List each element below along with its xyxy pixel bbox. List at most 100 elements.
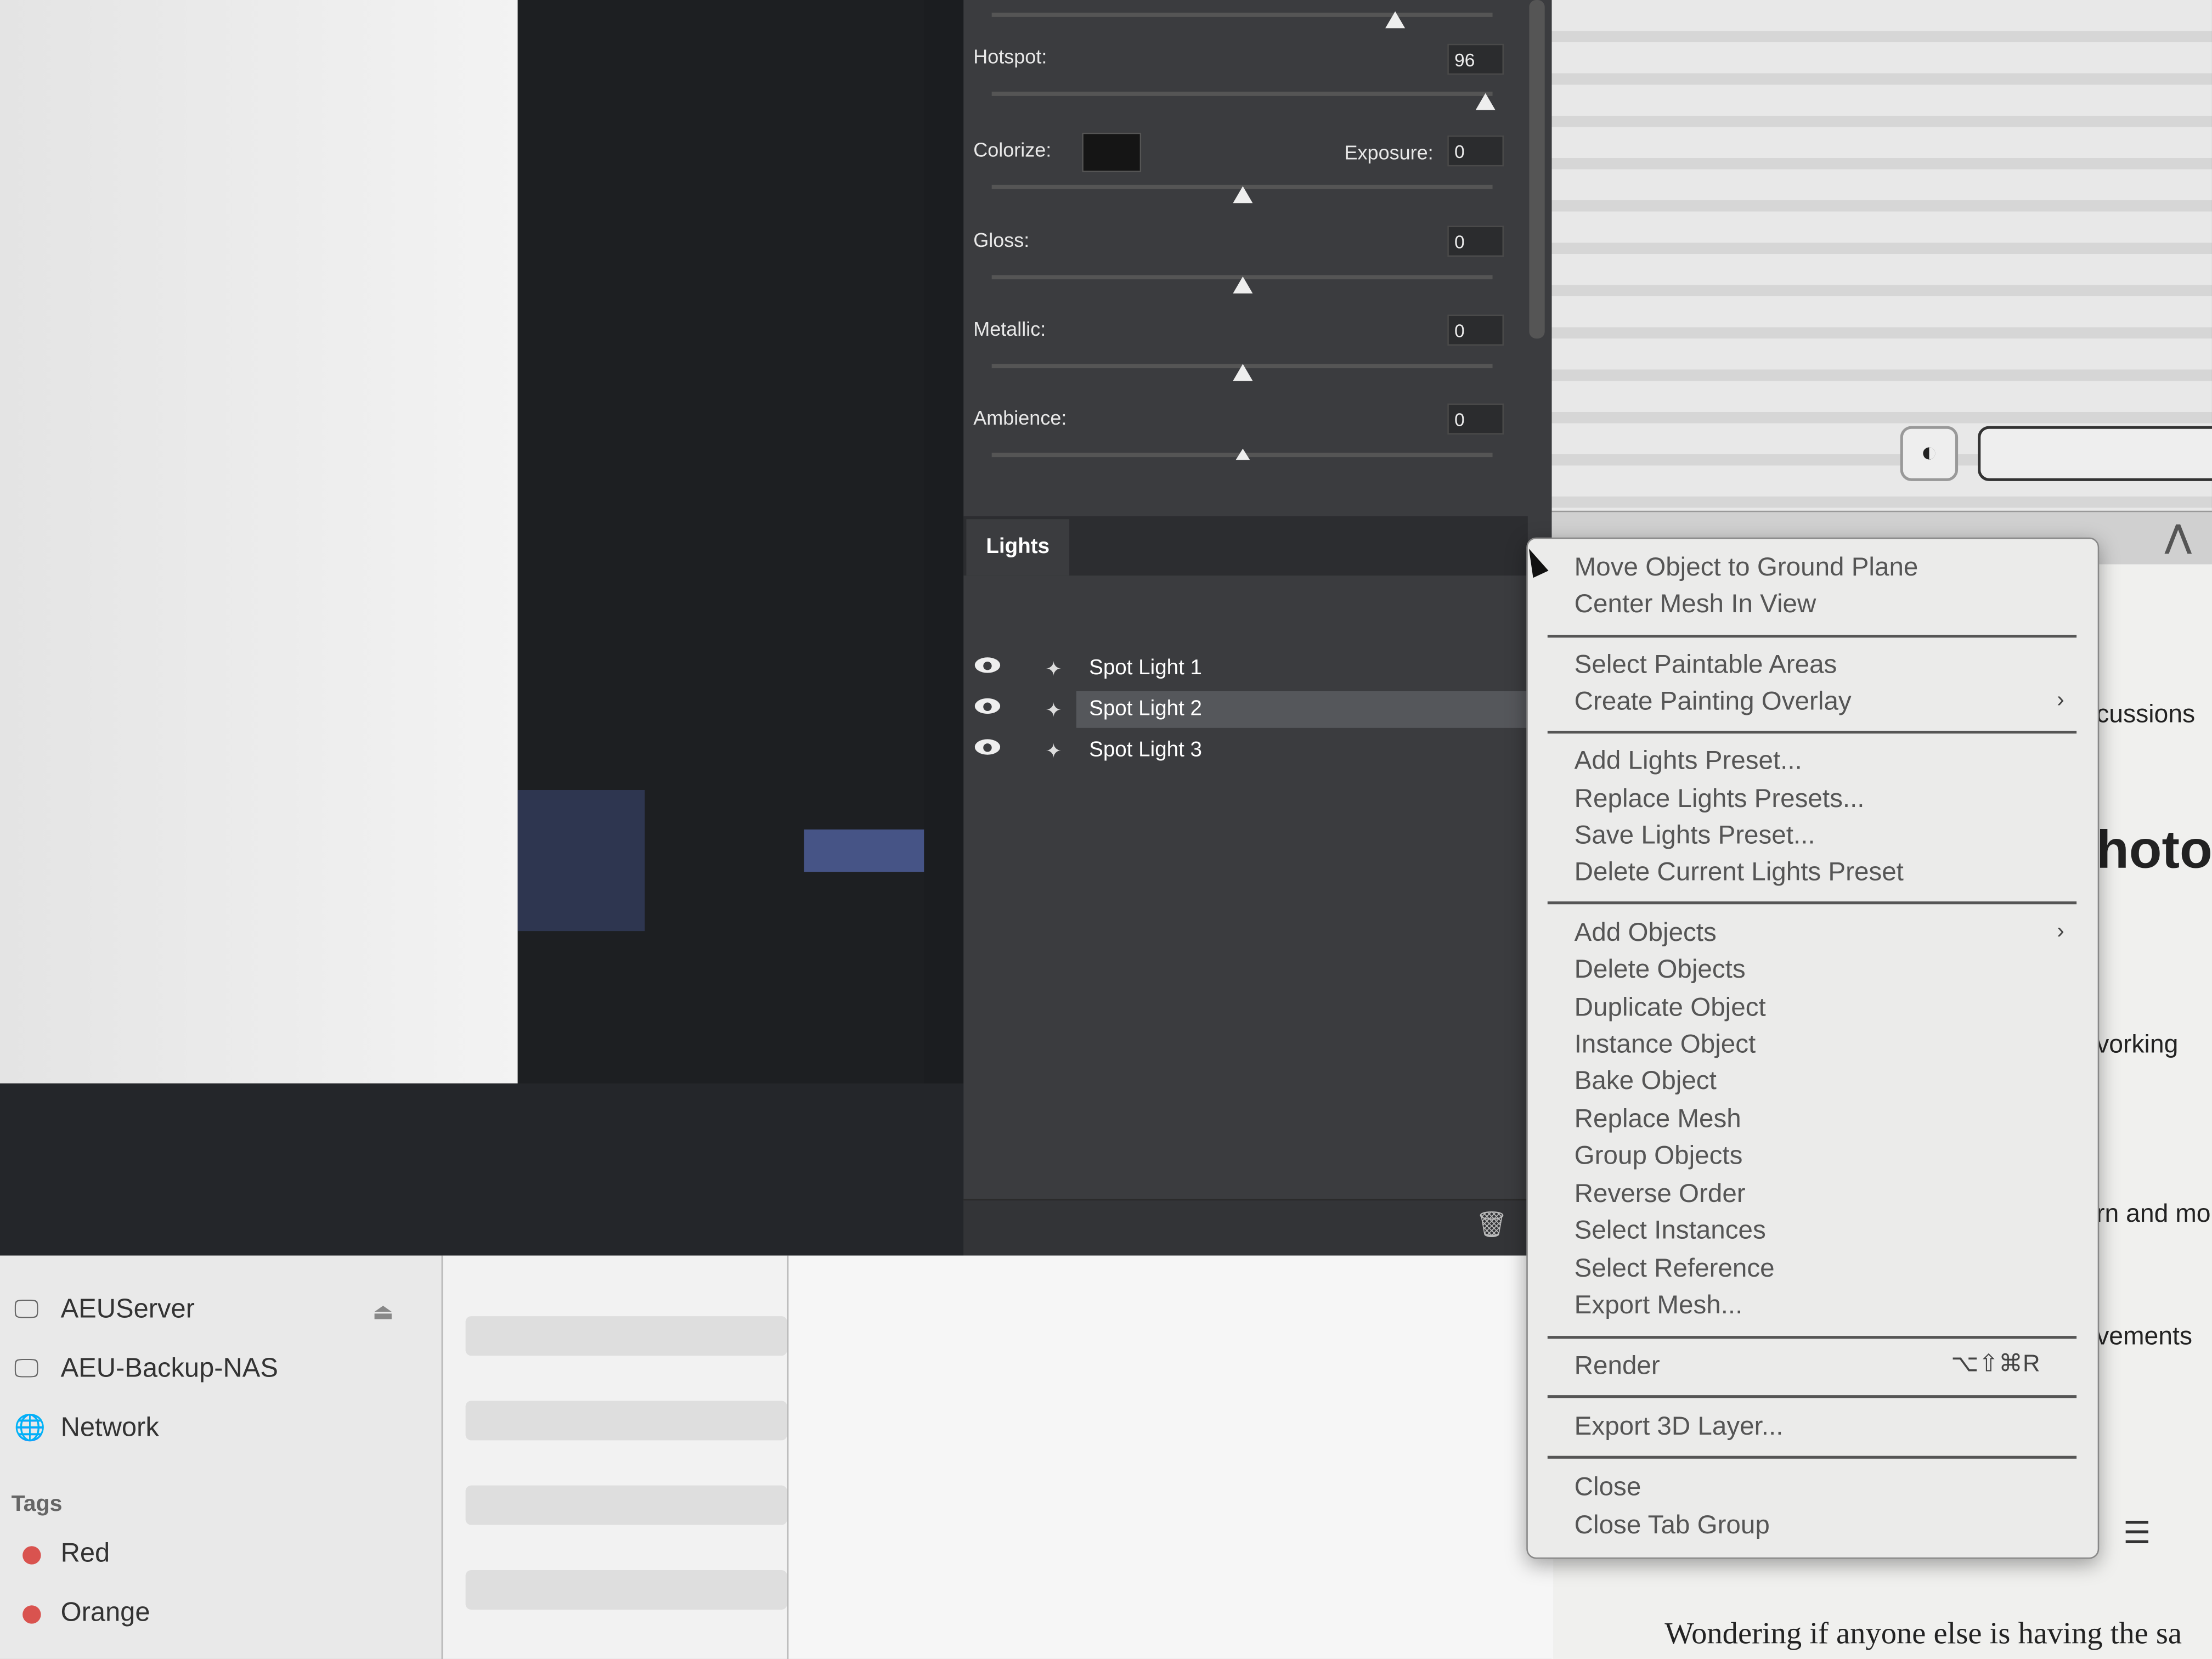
gloss-label: Gloss: bbox=[973, 228, 1030, 251]
menu-item-create-painting-overlay[interactable]: Create Painting Overlay bbox=[1575, 686, 1852, 717]
menu-separator bbox=[1547, 635, 2077, 638]
metallic-input[interactable]: 0 bbox=[1447, 314, 1504, 346]
gloss-input[interactable]: 0 bbox=[1447, 225, 1504, 257]
hotspot-slider[interactable] bbox=[991, 92, 1493, 96]
light-row[interactable]: ✦ Spot Light 1 bbox=[963, 650, 1521, 687]
sidebar-item-aeuserver[interactable]: AEUServer bbox=[61, 1295, 195, 1327]
panel-scrollbar[interactable] bbox=[1529, 0, 1545, 339]
menu-item-export-mesh[interactable]: Export Mesh... bbox=[1575, 1289, 1743, 1321]
page-text[interactable]: cussions bbox=[2096, 699, 2195, 729]
metallic-slider-thumb[interactable] bbox=[1233, 364, 1253, 381]
sidebar-item-network[interactable]: Network bbox=[61, 1414, 159, 1445]
menu-item-replace-lights-presets[interactable]: Replace Lights Presets... bbox=[1575, 783, 1865, 814]
light-name: Spot Light 2 bbox=[1076, 691, 1534, 728]
menu-item-select-paintable[interactable]: Select Paintable Areas bbox=[1575, 649, 1837, 680]
menu-item-add-lights-preset[interactable]: Add Lights Preset... bbox=[1575, 745, 1802, 776]
file-row[interactable] bbox=[465, 1401, 787, 1441]
workspace-background bbox=[0, 1083, 964, 1256]
viewport-object bbox=[517, 789, 645, 932]
computer-icon: 🖵 bbox=[14, 1354, 39, 1383]
render-shortcut: ⌥⇧⌘R bbox=[1951, 1350, 2040, 1377]
page-heading: hotos bbox=[2096, 821, 2212, 881]
orange-tag-icon bbox=[22, 1605, 41, 1624]
menu-item-close-tab-group[interactable]: Close Tab Group bbox=[1575, 1509, 1770, 1541]
page-text[interactable]: vements bbox=[2096, 1322, 2192, 1351]
menu-item-render[interactable]: Render bbox=[1575, 1350, 1660, 1381]
computer-icon: 🖵 bbox=[14, 1295, 39, 1323]
light-name: Spot Light 1 bbox=[1089, 656, 1202, 680]
menu-item-replace-mesh[interactable]: Replace Mesh bbox=[1575, 1103, 1741, 1135]
file-row[interactable] bbox=[465, 1316, 787, 1356]
post-text: Wondering if anyone else is having the s… bbox=[1664, 1615, 2182, 1651]
spot-light-icon: ✦ bbox=[1045, 657, 1062, 680]
red-tag-icon bbox=[22, 1546, 41, 1565]
tag-orange[interactable]: Orange bbox=[61, 1598, 150, 1629]
menu-item-reverse-order[interactable]: Reverse Order bbox=[1575, 1178, 1746, 1209]
menu-item-select-instances[interactable]: Select Instances bbox=[1575, 1215, 1766, 1246]
globe-icon: 🌐 bbox=[14, 1413, 46, 1442]
context-menu: Move Object to Ground Plane Center Mesh … bbox=[1526, 537, 2100, 1559]
hotspot-input[interactable]: 96 bbox=[1447, 43, 1504, 75]
menu-separator bbox=[1547, 1455, 2077, 1459]
properties-panel: Hotspot: 96 Colorize: Exposure: 0 Gloss:… bbox=[963, 0, 1552, 1256]
menu-item-save-lights-preset[interactable]: Save Lights Preset... bbox=[1575, 820, 1815, 851]
shield-icon: ◐ bbox=[1920, 437, 1938, 469]
shield-button[interactable]: ◐ bbox=[1900, 426, 1959, 481]
menu-separator bbox=[1547, 901, 2077, 905]
3d-viewport[interactable] bbox=[517, 0, 924, 1221]
screen: Hotspot: 96 Colorize: Exposure: 0 Gloss:… bbox=[0, 0, 2212, 1659]
eye-icon[interactable] bbox=[974, 698, 1001, 714]
tags-header: Tags bbox=[11, 1492, 63, 1517]
finder-preview bbox=[787, 1255, 1554, 1659]
gloss-slider-thumb[interactable] bbox=[1233, 276, 1253, 294]
metallic-label: Metallic: bbox=[973, 317, 1046, 340]
spot-light-icon: ✦ bbox=[1045, 739, 1062, 762]
sidebar-item-aeu-backup-nas[interactable]: AEU-Backup-NAS bbox=[61, 1355, 278, 1386]
file-row[interactable] bbox=[465, 1570, 787, 1610]
menu-item-group-objects[interactable]: Group Objects bbox=[1575, 1140, 1743, 1171]
file-row[interactable] bbox=[465, 1485, 787, 1525]
menu-item-delete-lights-preset[interactable]: Delete Current Lights Preset bbox=[1575, 856, 1904, 888]
exposure-slider-thumb[interactable] bbox=[1233, 186, 1253, 204]
page-text: rn and mo bbox=[2096, 1199, 2211, 1228]
ambience-slider-thumb[interactable] bbox=[1235, 448, 1250, 460]
menu-item-move-to-ground[interactable]: Move Object to Ground Plane bbox=[1575, 551, 1918, 583]
light-row[interactable]: ✦ Spot Light 3 bbox=[963, 732, 1521, 769]
menu-item-center-mesh[interactable]: Center Mesh In View bbox=[1575, 588, 1816, 619]
spot-light-icon: ✦ bbox=[1045, 698, 1062, 721]
menu-item-select-reference[interactable]: Select Reference bbox=[1575, 1252, 1775, 1284]
eye-icon[interactable] bbox=[974, 657, 1001, 673]
chevron-right-icon: › bbox=[2057, 919, 2064, 944]
lights-panel-footer bbox=[963, 1199, 1528, 1257]
colorize-swatch[interactable] bbox=[1082, 132, 1142, 172]
light-name: Spot Light 3 bbox=[1089, 737, 1202, 762]
menu-item-bake-object[interactable]: Bake Object bbox=[1575, 1065, 1717, 1096]
slider-thumb[interactable] bbox=[1385, 11, 1406, 29]
menu-item-instance-object[interactable]: Instance Object bbox=[1575, 1029, 1756, 1060]
menu-item-duplicate-object[interactable]: Duplicate Object bbox=[1575, 992, 1766, 1023]
ambience-input[interactable]: 0 bbox=[1447, 403, 1504, 435]
exposure-input[interactable]: 0 bbox=[1447, 135, 1504, 167]
ambience-label: Ambience: bbox=[973, 406, 1067, 429]
menu-separator bbox=[1547, 1336, 2077, 1339]
viewport-object bbox=[804, 829, 924, 872]
eject-icon[interactable]: ⏏ bbox=[373, 1298, 394, 1326]
light-row-selected[interactable]: ✦ Spot Light 2 bbox=[963, 691, 1534, 728]
menu-item-delete-objects[interactable]: Delete Objects bbox=[1575, 953, 1746, 985]
address-bar[interactable] bbox=[1978, 426, 2212, 481]
exposure-label: Exposure: bbox=[1344, 141, 1434, 164]
eye-icon[interactable] bbox=[974, 739, 1001, 755]
tag-red[interactable]: Red bbox=[61, 1539, 110, 1570]
trash-icon[interactable]: 🗑 bbox=[1476, 1210, 1508, 1240]
menu-item-add-objects[interactable]: Add Objects bbox=[1575, 917, 1717, 948]
page-text[interactable]: vorking bbox=[2096, 1030, 2178, 1059]
menu-item-close[interactable]: Close bbox=[1575, 1471, 1641, 1503]
menu-separator bbox=[1547, 730, 2077, 734]
menu-item-export-3d-layer[interactable]: Export 3D Layer... bbox=[1575, 1410, 1784, 1442]
slider-track[interactable] bbox=[991, 13, 1493, 17]
tab-lights[interactable]: Lights bbox=[966, 519, 1070, 576]
document-canvas bbox=[0, 0, 518, 1084]
finder-sidebar: 🖵 AEUServer ⏏ 🖵 AEU-Backup-NAS 🌐 Network… bbox=[0, 1255, 442, 1659]
list-icon[interactable]: ☰ bbox=[2123, 1515, 2151, 1552]
hotspot-slider-thumb[interactable] bbox=[1475, 93, 1496, 110]
